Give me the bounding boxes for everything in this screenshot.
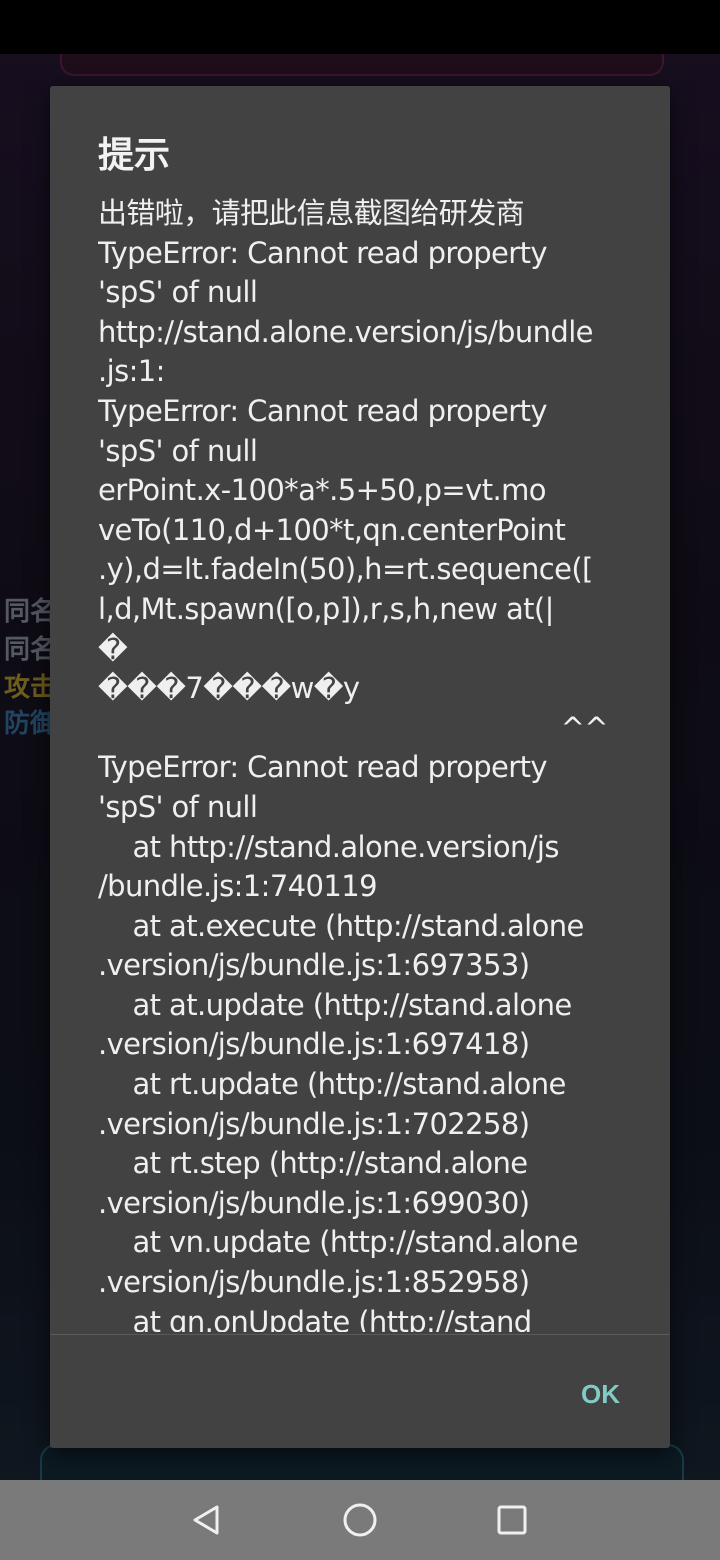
message-line: at at.update (http://stand.alone [98,987,572,1022]
message-line: ^^ [560,710,609,745]
message-line: .y),d=lt.fadeIn(50),h=rt.sequence([ [98,552,593,587]
message-line: http://stand.alone.version/js/bundle [98,314,594,349]
message-line: .js:1: [98,354,165,389]
message-line: .version/js/bundle.js:1:699030) [98,1185,530,1220]
message-line: 出错啦，请把此信息截图给研发商 [98,196,525,230]
message-line: at qn.onUpdate (http://stand [98,1304,532,1332]
status-bar [0,0,720,54]
message-line: at http://stand.alone.version/js [98,829,559,864]
message-line: erPoint.x-100*a*.5+50,p=vt.mo [98,473,546,508]
message-line: at rt.update (http://stand.alone [98,1067,566,1102]
ok-button[interactable]: OK [540,1374,620,1414]
message-line: .version/js/bundle.js:1:697353) [98,948,530,983]
message-line: at vn.update (http://stand.alone [98,1225,578,1260]
message-line: 'spS' of null [98,433,258,468]
recents-square-icon [497,1505,527,1535]
message-line: /bundle.js:1:740119 [98,869,378,904]
message-line: TypeError: Cannot read property [98,235,548,270]
recents-button[interactable] [492,1500,532,1540]
home-button[interactable] [340,1500,380,1540]
back-triangle-icon [193,1505,219,1535]
message-line: .version/js/bundle.js:1:702258) [98,1106,530,1141]
dialog-message[interactable]: 出错啦，请把此信息截图给研发商 TypeError: Cannot read pr… [98,194,622,1332]
message-line: TypeError: Cannot read property [98,393,548,428]
message-line: at at.execute (http://stand.alone [98,908,584,943]
alert-dialog: 提示 出错啦，请把此信息截图给研发商 TypeError: Cannot read… [50,86,670,1448]
message-line: .version/js/bundle.js:1:697418) [98,1027,530,1062]
message-line: 'spS' of null [98,275,258,310]
back-button[interactable] [186,1500,226,1540]
dialog-divider [50,1334,670,1335]
message-line: TypeError: Cannot read property [98,750,548,785]
message-line: at rt.step (http://stand.alone [98,1146,528,1181]
message-line: 'spS' of null [98,789,258,824]
dialog-title: 提示 [98,135,171,176]
message-line: � [98,631,128,666]
home-circle-icon [343,1503,377,1537]
navigation-bar [0,1480,720,1560]
message-line: l,d,Mt.spawn([o,p]),r,s,h,new at(| [98,591,554,626]
message-line: .version/js/bundle.js:1:852958) [98,1265,530,1300]
message-line: veTo(110,d+100*t,qn.centerPoint [98,512,566,547]
message-line: ���7���w�y [98,671,360,706]
